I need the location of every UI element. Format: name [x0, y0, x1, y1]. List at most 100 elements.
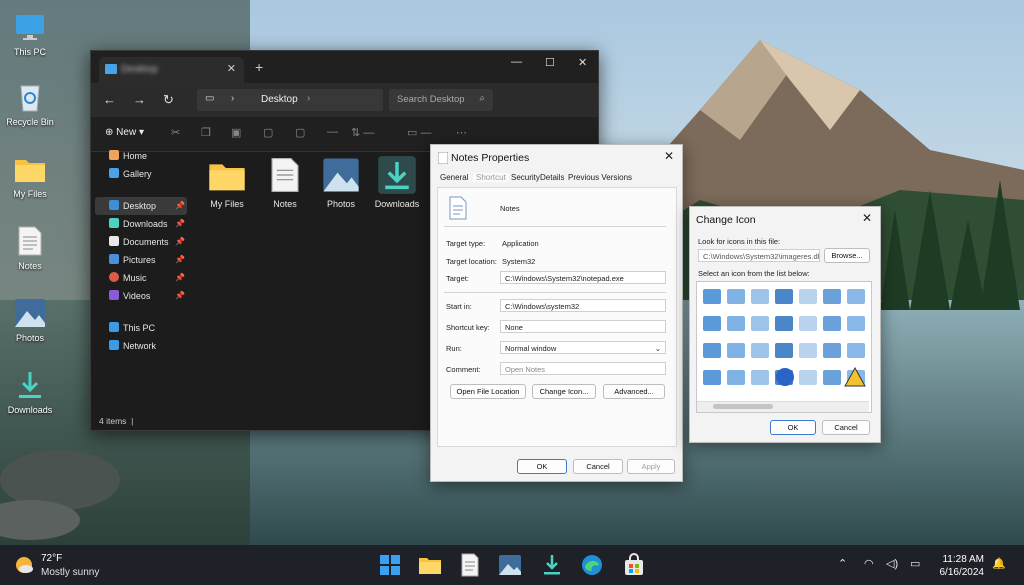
pin-icon[interactable]: 📌 — [175, 251, 185, 269]
icon-choice[interactable] — [727, 316, 745, 331]
sort-icon[interactable]: ⇅ — — [351, 126, 374, 139]
tab-previous-versions[interactable]: Previous Versions — [568, 173, 632, 182]
view-icon[interactable]: ▭ — — [407, 126, 431, 139]
copy-icon[interactable]: ❐ — [201, 126, 211, 139]
comment-field[interactable]: Open Notes — [500, 362, 666, 375]
icon-choice[interactable] — [775, 343, 793, 358]
target-field[interactable]: C:\Windows\System32\notepad.exe — [500, 271, 666, 284]
pin-icon[interactable]: 📌 — [175, 287, 185, 305]
icon-choice[interactable] — [703, 316, 721, 331]
forward-icon[interactable]: → — [133, 92, 146, 107]
volume-icon[interactable]: ◁) — [886, 557, 898, 570]
rename-icon[interactable]: ▢ — [263, 126, 273, 139]
apply-button[interactable]: Apply — [627, 459, 675, 474]
edge-icon[interactable] — [580, 553, 604, 577]
paste-icon[interactable]: ▣ — [231, 126, 241, 139]
sidebar-item-desktop[interactable]: Desktop 📌 — [95, 197, 187, 215]
address-bar[interactable]: ▭ › Desktop › — [197, 89, 383, 111]
close-icon[interactable]: ✕ — [578, 56, 587, 69]
icon-choice[interactable] — [751, 316, 769, 331]
tab-security[interactable]: Security — [511, 173, 540, 182]
scrollbar-thumb[interactable] — [713, 404, 773, 409]
delete-icon[interactable]: — — [327, 126, 338, 138]
run-select[interactable]: Normal window ⌄ — [500, 341, 666, 354]
store-icon[interactable] — [622, 553, 646, 577]
icon-choice[interactable] — [823, 343, 841, 358]
sidebar-item-pictures[interactable]: Pictures 📌 — [95, 251, 187, 269]
change-icon-button[interactable]: Change Icon... — [532, 384, 596, 399]
desktop-icon-recycle-bin[interactable]: Recycle Bin — [4, 80, 56, 127]
tab-details[interactable]: Details — [540, 173, 564, 182]
file-item-my-files[interactable]: My Files — [199, 155, 255, 209]
sidebar-item-this-pc[interactable]: This PC — [95, 319, 187, 337]
icon-list[interactable] — [696, 281, 872, 413]
icon-choice[interactable] — [703, 370, 721, 385]
file-explorer-icon[interactable] — [418, 553, 442, 577]
close-icon[interactable]: ✕ — [862, 211, 872, 225]
icon-choice[interactable] — [823, 316, 841, 331]
notes-icon[interactable] — [458, 553, 482, 577]
new-button[interactable]: ⊕ New ▾ — [105, 127, 144, 138]
search-box[interactable]: Search Desktop ⌕ — [389, 89, 493, 111]
sidebar-item-gallery[interactable]: Gallery — [95, 165, 187, 183]
minimize-icon[interactable]: — — [511, 56, 522, 68]
desktop-icon-this-pc[interactable]: This PC — [4, 10, 56, 57]
pin-icon[interactable]: 📌 — [175, 233, 185, 251]
icon-choice[interactable] — [799, 289, 817, 304]
photos-icon[interactable] — [498, 553, 522, 577]
ok-button[interactable]: OK — [517, 459, 567, 474]
pin-icon[interactable]: 📌 — [175, 269, 185, 287]
icon-choice[interactable] — [823, 289, 841, 304]
cancel-button[interactable]: Cancel — [822, 420, 870, 435]
back-icon[interactable]: ← — [103, 92, 116, 107]
ok-button[interactable]: OK — [770, 420, 816, 435]
help-icon[interactable] — [776, 368, 794, 386]
advanced-button[interactable]: Advanced... — [603, 384, 665, 399]
explorer-tab[interactable]: Desktop ✕ — [99, 57, 244, 83]
desktop-icon-photos[interactable]: Photos — [4, 296, 56, 343]
sidebar-item-music[interactable]: Music 📌 — [95, 269, 187, 287]
close-tab-icon[interactable]: ✕ — [227, 62, 236, 75]
icon-choice[interactable] — [847, 343, 865, 358]
open-file-location-button[interactable]: Open File Location — [450, 384, 526, 399]
wifi-icon[interactable]: ◠ — [864, 557, 874, 570]
icon-choice[interactable] — [703, 289, 721, 304]
icon-choice[interactable] — [751, 289, 769, 304]
chevron-up-icon[interactable]: ⌃ — [838, 557, 847, 570]
sidebar-item-videos[interactable]: Videos 📌 — [95, 287, 187, 305]
icon-choice[interactable] — [727, 370, 745, 385]
clock[interactable]: 11:28 AM 6/16/2024 — [940, 553, 985, 579]
shortcut-key-field[interactable]: None — [500, 320, 666, 333]
icon-choice[interactable] — [703, 343, 721, 358]
sidebar-item-downloads[interactable]: Downloads 📌 — [95, 215, 187, 233]
pin-icon[interactable]: 📌 — [175, 197, 185, 215]
sidebar-item-home[interactable]: Home — [95, 147, 187, 165]
icon-choice[interactable] — [847, 316, 865, 331]
icon-choice[interactable] — [727, 343, 745, 358]
maximize-icon[interactable]: ☐ — [545, 56, 555, 69]
refresh-icon[interactable]: ↻ — [163, 92, 174, 108]
file-item-photos[interactable]: Photos — [313, 155, 369, 209]
downloads-icon[interactable] — [540, 553, 564, 577]
horizontal-scrollbar[interactable] — [697, 401, 869, 412]
more-icon[interactable]: ⋯ — [456, 126, 467, 139]
desktop-icon-my-files[interactable]: My Files — [4, 152, 56, 199]
sidebar-item-network[interactable]: Network — [95, 337, 187, 355]
icon-choice[interactable] — [799, 316, 817, 331]
icon-choice[interactable] — [847, 289, 865, 304]
notification-bell-icon[interactable]: 🔔 — [992, 557, 1006, 570]
icon-choice[interactable] — [775, 289, 793, 304]
file-item-notes[interactable]: Notes — [257, 155, 313, 209]
share-icon[interactable]: ▢ — [295, 126, 305, 139]
icon-choice[interactable] — [799, 343, 817, 358]
desktop-icon-notes[interactable]: Notes — [4, 224, 56, 271]
sidebar-item-documents[interactable]: Documents 📌 — [95, 233, 187, 251]
icon-choice[interactable] — [823, 370, 841, 385]
icon-file-field[interactable]: C:\Windows\System32\imageres.dll — [698, 249, 820, 262]
cancel-button[interactable]: Cancel — [573, 459, 623, 474]
start-in-field[interactable]: C:\Windows\system32 — [500, 299, 666, 312]
icon-choice[interactable] — [751, 343, 769, 358]
desktop-icon-downloads[interactable]: Downloads — [4, 368, 56, 415]
icon-choice[interactable] — [751, 370, 769, 385]
new-tab-icon[interactable]: + — [255, 59, 263, 75]
